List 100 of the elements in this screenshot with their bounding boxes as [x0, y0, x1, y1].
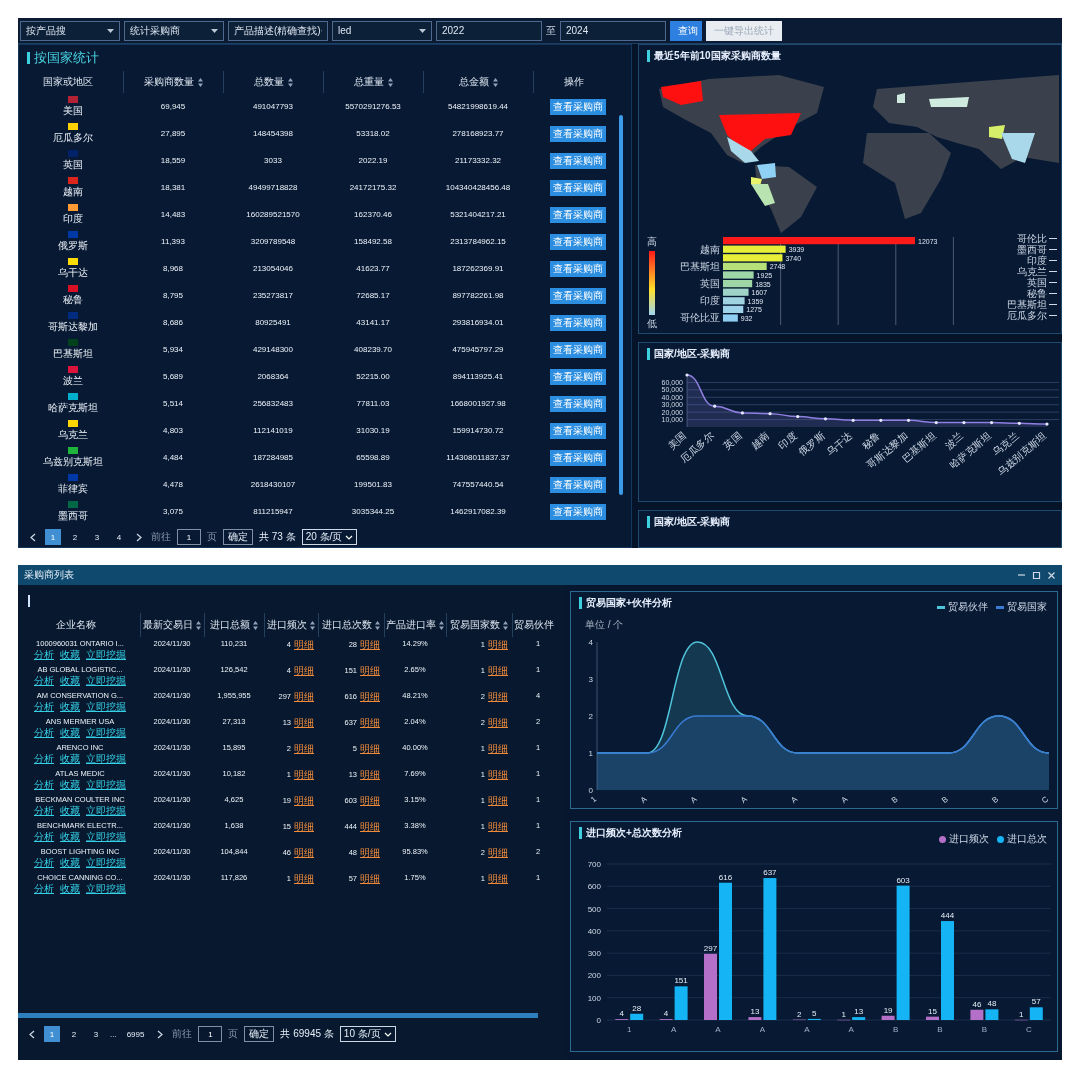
dropdown[interactable]: 产品描述(精确查找)	[228, 20, 328, 41]
row-action-link[interactable]: 分析	[34, 675, 54, 686]
row-action-link[interactable]: 收藏	[60, 883, 80, 894]
year-input[interactable]: 2022	[436, 20, 542, 41]
row-action-link[interactable]: 分析	[34, 727, 54, 738]
scrollbar[interactable]	[619, 115, 623, 495]
details-link[interactable]: 明细	[360, 873, 380, 884]
details-link[interactable]: 明细	[360, 717, 380, 728]
row-action-link[interactable]: 分析	[34, 649, 54, 660]
row-action-link[interactable]: 立即挖掘	[86, 701, 126, 712]
row-action-link[interactable]: 收藏	[60, 675, 80, 686]
page-button[interactable]: 2	[66, 1026, 82, 1042]
chevron-down-icon	[383, 1031, 392, 1037]
country-name: 乌兹别克斯坦	[43, 454, 103, 469]
details-link[interactable]: 明细	[488, 743, 508, 754]
details-link[interactable]: 明细	[488, 717, 508, 728]
legend-high-label: 高	[647, 235, 657, 249]
year-input[interactable]: 2024	[560, 20, 666, 41]
page-button[interactable]: 2	[67, 529, 83, 545]
row-action-link[interactable]: 分析	[34, 779, 54, 790]
category-label: B	[892, 1025, 899, 1034]
details-link[interactable]: 明细	[488, 665, 508, 676]
row-action-link[interactable]: 立即挖掘	[86, 883, 126, 894]
category-label: B	[939, 794, 950, 805]
search-button[interactable]: 查询	[670, 20, 702, 41]
row-action-link[interactable]: 立即挖掘	[86, 675, 126, 686]
row-action-link[interactable]: 分析	[34, 753, 54, 764]
page-button[interactable]: 6995	[122, 1026, 149, 1042]
row-action-link[interactable]: 立即挖掘	[86, 649, 126, 660]
details-link[interactable]: 明细	[360, 691, 380, 702]
confirm-button[interactable]: 确定	[223, 529, 253, 545]
page-size-select[interactable]: 20 条/页	[301, 529, 358, 545]
maximize-button[interactable]	[1032, 570, 1041, 580]
details-link[interactable]: 明细	[360, 743, 380, 754]
data-label: 5	[812, 1008, 817, 1018]
row-action-link[interactable]: 分析	[34, 883, 54, 894]
row-action-link[interactable]: 分析	[34, 701, 54, 712]
details-link[interactable]: 明细	[488, 795, 508, 806]
country-name: 英国	[63, 157, 83, 172]
details-link[interactable]: 明细	[294, 795, 314, 806]
details-link[interactable]: 明细	[294, 873, 314, 884]
row-action-link[interactable]: 立即挖掘	[86, 727, 126, 738]
data-label: 2	[797, 1009, 802, 1019]
details-link[interactable]: 明细	[488, 821, 508, 832]
row-action-link[interactable]: 立即挖掘	[86, 831, 126, 842]
leader-line	[1049, 260, 1057, 261]
row-action-link[interactable]: 立即挖掘	[86, 857, 126, 868]
row-action-link[interactable]: 立即挖掘	[86, 779, 126, 790]
details-link[interactable]: 明细	[294, 691, 314, 702]
row-action-link[interactable]: 立即挖掘	[86, 805, 126, 816]
page-input[interactable]: 1	[177, 529, 201, 545]
row-action-link[interactable]: 收藏	[60, 753, 80, 764]
category-label: 英国	[721, 430, 744, 452]
details-link[interactable]: 明细	[488, 691, 508, 702]
close-button[interactable]	[1047, 570, 1056, 580]
details-link[interactable]: 明细	[294, 821, 314, 832]
details-link[interactable]: 明细	[294, 769, 314, 780]
details-link[interactable]: 明细	[294, 743, 314, 754]
details-link[interactable]: 明细	[488, 873, 508, 884]
row-action-link[interactable]: 收藏	[60, 701, 80, 712]
details-link[interactable]: 明细	[294, 847, 314, 858]
page-size-select[interactable]: 10 条/页	[339, 1026, 396, 1042]
category-label: A	[739, 794, 749, 805]
page-button[interactable]: 3	[89, 529, 105, 545]
details-link[interactable]: 明细	[360, 821, 380, 832]
row-action-link[interactable]: 收藏	[60, 857, 80, 868]
details-link[interactable]: 明细	[360, 665, 380, 676]
details-link[interactable]: 明细	[360, 639, 380, 650]
confirm-button[interactable]: 确定	[244, 1026, 275, 1042]
column-header: 采购商数量	[143, 75, 194, 89]
page-button[interactable]: 4	[111, 529, 127, 545]
details-link[interactable]: 明细	[360, 847, 380, 858]
country-name: 俄罗斯	[58, 238, 88, 253]
horizontal-scrollbar[interactable]	[18, 1013, 538, 1018]
row-action-link[interactable]: 分析	[34, 805, 54, 816]
row-action-link[interactable]: 分析	[34, 857, 54, 868]
row-action-link[interactable]: 收藏	[60, 805, 80, 816]
dropdown[interactable]: 统计采购商	[124, 20, 224, 41]
dropdown[interactable]: led	[332, 20, 432, 41]
row-action-link[interactable]: 收藏	[60, 727, 80, 738]
row-action-link[interactable]: 收藏	[60, 649, 80, 660]
details-link[interactable]: 明细	[294, 717, 314, 728]
row-action-link[interactable]: 收藏	[60, 779, 80, 790]
table-cell-text: 5,689	[162, 371, 184, 383]
page-button[interactable]: 3	[88, 1026, 104, 1042]
details-link[interactable]: 明细	[488, 847, 508, 858]
details-link[interactable]: 明细	[360, 795, 380, 806]
map-label: 厄瓜多尔	[1007, 310, 1047, 321]
row-action-link[interactable]: 立即挖掘	[86, 753, 126, 764]
page-input[interactable]: 1	[198, 1026, 223, 1042]
dropdown[interactable]: 按产品搜	[20, 20, 120, 41]
table-cell-text: 80925491	[254, 317, 292, 329]
row-action-link[interactable]: 收藏	[60, 831, 80, 842]
details-link[interactable]: 明细	[294, 665, 314, 676]
details-link[interactable]: 明细	[488, 639, 508, 650]
details-link[interactable]: 明细	[294, 639, 314, 650]
details-link[interactable]: 明细	[488, 769, 508, 780]
row-action-link[interactable]: 分析	[34, 831, 54, 842]
column-header: 总金额	[458, 75, 489, 89]
details-link[interactable]: 明细	[360, 769, 380, 780]
